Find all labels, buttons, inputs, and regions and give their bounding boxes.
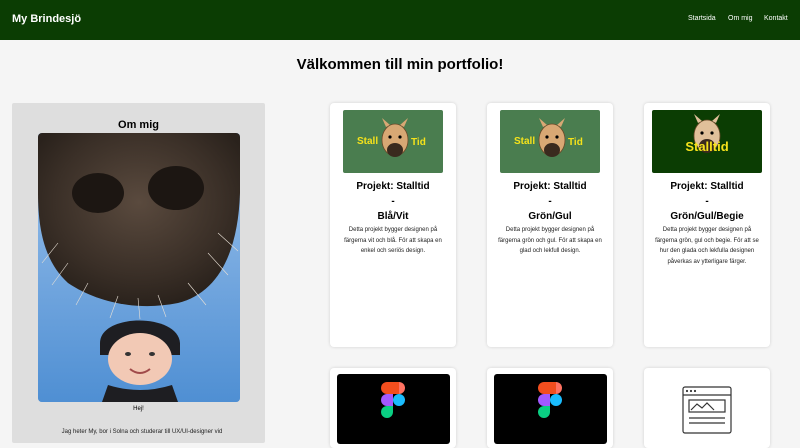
page-heading: Välkommen till min portfolio!: [296, 56, 504, 73]
project-title: Projekt: Stalltid: [356, 181, 430, 192]
project-title-block: Projekt: Stalltid - Grön/Gul/Begie: [644, 179, 770, 224]
project-card-figma-1[interactable]: [330, 368, 456, 448]
project-subtitle: Blå/Vit: [377, 211, 409, 222]
project-card-figma-2[interactable]: [487, 368, 613, 448]
project-subtitle: Grön/Gul: [528, 211, 572, 222]
logo-text-tid: Tid: [568, 137, 583, 148]
top-navbar: My Brindesjö Startsida Om mig Kontakt: [0, 0, 800, 40]
logo-text-stall: Stall: [514, 136, 536, 147]
project-description: Detta projekt bygger designen på färgern…: [655, 227, 759, 265]
stalltid-logo: Stall Tid: [343, 110, 443, 173]
about-panel: Om mig Hej! Jag heter My, bor i Solna oc…: [12, 103, 265, 443]
stalltid-logo: Stall Tid: [500, 110, 600, 173]
brand-name[interactable]: My Brindesjö: [12, 13, 81, 25]
project-dash: -: [391, 196, 395, 207]
nav-link-kontakt[interactable]: Kontakt: [764, 15, 788, 22]
project-title: Projekt: Stalltid: [513, 181, 587, 192]
project-subtitle: Grön/Gul/Begie: [670, 211, 744, 222]
about-bio: Jag heter My, bor i Solna och studerar t…: [61, 429, 223, 435]
project-card-gron-gul[interactable]: Stall Tid Projekt: Stalltid - Grön/Gul D…: [487, 103, 613, 347]
project-card-gron-gul-begie[interactable]: Stalltid Projekt: Stalltid - Grön/Gul/Be…: [644, 103, 770, 347]
profile-photo: [38, 133, 240, 402]
project-description: Detta projekt bygger designen på färgern…: [344, 227, 442, 254]
profile-photo-illustration: [38, 133, 240, 402]
about-title: Om mig: [118, 119, 159, 131]
figma-thumbnail: [494, 374, 607, 444]
stalltid-logo: Stalltid: [652, 110, 762, 173]
project-title-block: Projekt: Stalltid - Grön/Gul: [487, 179, 613, 224]
project-card-bla-vit[interactable]: Stall Tid Projekt: Stalltid - Blå/Vit De…: [330, 103, 456, 347]
logo-text-stall: Stall: [357, 136, 379, 147]
website-wireframe-icon: [682, 386, 732, 434]
project-dash: -: [705, 196, 709, 207]
nav-link-om-mig[interactable]: Om mig: [728, 15, 753, 22]
logo-text-stalltid: Stalltid: [685, 139, 729, 154]
figma-thumbnail: [337, 374, 450, 444]
nav-link-startsida[interactable]: Startsida: [688, 15, 716, 22]
project-title: Projekt: Stalltid: [670, 181, 744, 192]
project-description: Detta projekt bygger designen på färgern…: [498, 227, 602, 254]
logo-text-tid: Tid: [411, 137, 426, 148]
figma-icon: [381, 382, 405, 418]
project-dash: -: [548, 196, 552, 207]
project-card-wireframe[interactable]: [644, 368, 770, 448]
project-title-block: Projekt: Stalltid - Blå/Vit: [330, 179, 456, 224]
about-greeting: Hej!: [133, 406, 144, 412]
figma-icon: [538, 382, 562, 418]
